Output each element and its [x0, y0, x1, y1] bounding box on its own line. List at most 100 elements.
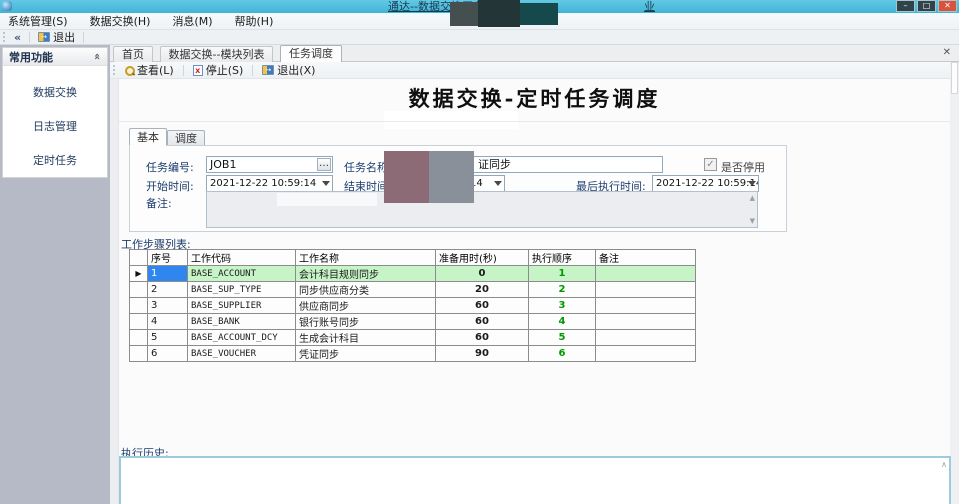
table-cell[interactable]: BASE_SUPPLIER [188, 298, 296, 314]
start-time-value: 2021-12-22 10:59:14 [210, 178, 316, 189]
table-row[interactable]: ▶1BASE_ACCOUNT会计科目规则同步01 [130, 266, 696, 282]
stop-button-label: 停止(S) [206, 62, 244, 78]
table-cell[interactable]: 2 [148, 282, 188, 298]
browse-button[interactable]: … [317, 158, 331, 171]
close-button[interactable]: ✕ [938, 0, 957, 12]
table-cell[interactable] [596, 314, 696, 330]
table-cell[interactable]: BASE_SUP_TYPE [188, 282, 296, 298]
table-row[interactable]: 3BASE_SUPPLIER供应商同步603 [130, 298, 696, 314]
toolbar-grip-icon [113, 65, 116, 75]
table-cell[interactable]: 同步供应商分类 [296, 282, 436, 298]
redaction-block [520, 3, 558, 25]
menu-system[interactable]: 系统管理(S) [8, 13, 68, 29]
exit-button[interactable]: → 退出 [34, 29, 79, 45]
tab-module-list[interactable]: 数据交换--模块列表 [160, 46, 274, 62]
table-cell[interactable] [596, 330, 696, 346]
page-title: 数据交换-定时任务调度 [119, 83, 950, 113]
column-header[interactable]: 序号 [148, 250, 188, 266]
last-exec-time-combobox[interactable]: 2021-12-22 10:59:14 [652, 175, 759, 192]
vertical-scrollbar[interactable] [950, 62, 959, 504]
chevron-down-icon[interactable] [322, 181, 330, 186]
table-cell[interactable]: 生成会计科目 [296, 330, 436, 346]
menu-help[interactable]: 帮助(H) [235, 13, 274, 29]
sidebar-item-log-management[interactable]: 日志管理 [3, 118, 107, 134]
menu-data-exchange[interactable]: 数据交换(H) [90, 13, 151, 29]
table-cell[interactable]: 银行账号同步 [296, 314, 436, 330]
table-cell[interactable] [596, 266, 696, 282]
table-cell[interactable]: 3 [529, 298, 596, 314]
redaction-block [384, 151, 429, 203]
chevron-up-icon[interactable]: « [91, 53, 104, 60]
table-row[interactable]: 2BASE_SUP_TYPE同步供应商分类202 [130, 282, 696, 298]
menu-message[interactable]: 消息(M) [172, 13, 212, 29]
scrollbar-thumb[interactable] [951, 62, 958, 94]
table-cell[interactable]: 60 [436, 298, 529, 314]
table-cell[interactable]: 供应商同步 [296, 298, 436, 314]
stop-button[interactable]: x 停止(S) [188, 62, 249, 78]
table-cell[interactable]: 4 [529, 314, 596, 330]
table-cell[interactable]: BASE_ACCOUNT_DCY [188, 330, 296, 346]
sidebar-item-data-exchange[interactable]: 数据交换 [3, 84, 107, 100]
close-tab-icon[interactable]: ✕ [943, 47, 951, 58]
redaction-block [450, 2, 478, 26]
table-cell[interactable]: BASE_BANK [188, 314, 296, 330]
sidebar-item-scheduled-tasks[interactable]: 定时任务 [3, 152, 107, 168]
row-selector-cell[interactable] [130, 346, 148, 362]
table-cell[interactable]: BASE_VOUCHER [188, 346, 296, 362]
history-textarea[interactable]: ∧ [119, 456, 951, 504]
scroll-up-icon[interactable]: ∧ [941, 460, 947, 469]
maximize-button[interactable]: □ [917, 0, 936, 12]
table-cell[interactable]: 6 [529, 346, 596, 362]
chevron-down-icon[interactable] [748, 181, 756, 186]
table-cell[interactable]: 会计科目规则同步 [296, 266, 436, 282]
table-cell[interactable]: 3 [148, 298, 188, 314]
start-time-combobox[interactable]: 2021-12-22 10:59:14 [206, 175, 333, 192]
form-tab-basic[interactable]: 基本 [129, 128, 167, 146]
table-row[interactable]: 5BASE_ACCOUNT_DCY生成会计科目605 [130, 330, 696, 346]
chevron-down-icon[interactable] [494, 181, 502, 186]
table-cell[interactable] [596, 282, 696, 298]
table-row[interactable]: 6BASE_VOUCHER凭证同步906 [130, 346, 696, 362]
row-selector-cell[interactable]: ▶ [130, 266, 148, 282]
column-header[interactable]: 工作代码 [188, 250, 296, 266]
tab-home[interactable]: 首页 [113, 46, 153, 62]
sidebar-header[interactable]: 常用功能 « [3, 48, 107, 66]
row-selector-cell[interactable] [130, 330, 148, 346]
table-cell[interactable]: 0 [436, 266, 529, 282]
steps-table[interactable]: 序号工作代码工作名称准备用时(秒)执行顺序备注 ▶1BASE_ACCOUNT会计… [129, 249, 696, 362]
table-cell[interactable]: 60 [436, 314, 529, 330]
tab-task-schedule[interactable]: 任务调度 [280, 45, 342, 62]
row-selector-cell[interactable] [130, 298, 148, 314]
table-cell[interactable]: 1 [148, 266, 188, 282]
column-header[interactable]: 执行顺序 [529, 250, 596, 266]
table-cell[interactable]: 凭证同步 [296, 346, 436, 362]
form-tab-schedule[interactable]: 调度 [167, 130, 205, 146]
row-selector-cell[interactable] [130, 282, 148, 298]
table-cell[interactable] [596, 346, 696, 362]
table-cell[interactable]: 6 [148, 346, 188, 362]
table-cell[interactable]: 5 [148, 330, 188, 346]
table-cell[interactable]: 4 [148, 314, 188, 330]
table-row[interactable]: 4BASE_BANK银行账号同步604 [130, 314, 696, 330]
collapse-sidebar-button[interactable]: « [10, 31, 25, 44]
view-button[interactable]: 查看(L) [120, 62, 179, 78]
disable-checkbox[interactable]: ✓ [704, 158, 717, 171]
table-cell[interactable]: 5 [529, 330, 596, 346]
row-selector-cell[interactable] [130, 314, 148, 330]
table-cell[interactable]: 20 [436, 282, 529, 298]
table-cell[interactable]: 1 [529, 266, 596, 282]
exit-tab-button[interactable]: → 退出(X) [257, 62, 320, 78]
task-no-input[interactable]: JOB1 … [206, 156, 333, 173]
table-cell[interactable]: 2 [529, 282, 596, 298]
table-cell[interactable]: 90 [436, 346, 529, 362]
minimize-button[interactable]: – [896, 0, 915, 12]
column-header[interactable]: 准备用时(秒) [436, 250, 529, 266]
scroll-up-icon[interactable]: ▲ [750, 194, 755, 202]
scroll-down-icon[interactable]: ▼ [750, 217, 755, 225]
table-cell[interactable] [596, 298, 696, 314]
table-cell[interactable]: BASE_ACCOUNT [188, 266, 296, 282]
column-header[interactable]: 备注 [596, 250, 696, 266]
column-header[interactable]: 工作名称 [296, 250, 436, 266]
toolbar-separator [252, 65, 253, 76]
table-cell[interactable]: 60 [436, 330, 529, 346]
